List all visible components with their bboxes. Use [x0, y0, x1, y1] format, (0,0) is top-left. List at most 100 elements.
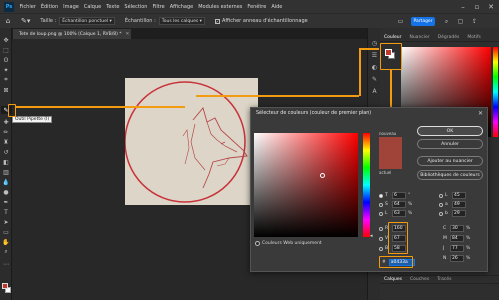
saturation-input[interactable]: 64 — [392, 201, 406, 208]
brightness-input[interactable]: 63 — [392, 210, 406, 217]
hue-slider-arrow-icon[interactable]: ◂ — [370, 233, 373, 239]
hue-slider[interactable] — [363, 133, 370, 237]
menu-fichier[interactable]: Fichier — [17, 4, 38, 10]
close-tab-icon[interactable]: ✕ — [126, 32, 130, 37]
tab-nuancier[interactable]: Nuancier — [405, 35, 433, 40]
home-icon[interactable]: ⌂ — [3, 16, 13, 26]
saturation-brightness-field[interactable] — [254, 133, 358, 237]
properties-icon[interactable]: ☰ — [371, 52, 378, 59]
foreground-swatch-highlight-box — [380, 43, 402, 70]
quick-select-tool-icon[interactable]: ✦ — [1, 66, 11, 74]
blue-radio[interactable] — [379, 246, 383, 251]
tab-couleur[interactable]: Couleur — [380, 35, 405, 40]
character-icon[interactable]: A — [371, 88, 378, 95]
rgb-highlight-box — [388, 222, 408, 254]
type-tool-icon[interactable]: T — [1, 208, 11, 216]
brush-tool-icon[interactable]: ✏ — [1, 128, 11, 136]
panel-hue-slider[interactable] — [493, 47, 498, 137]
menu-affichage[interactable]: Affichage — [167, 4, 196, 10]
zoom-tool-icon[interactable]: ⌕ — [1, 248, 11, 256]
chat-icon[interactable]: ▭ — [396, 17, 405, 26]
close-icon[interactable]: ✕ — [484, 0, 498, 13]
adjustments-icon[interactable]: ◐ — [371, 64, 378, 71]
show-ring-checkbox[interactable]: ✓ Afficher anneau d'échantillonnage — [214, 18, 308, 24]
eyedropper-preset-icon[interactable]: ✎▾ — [21, 17, 30, 25]
lab-a-radio[interactable] — [439, 202, 443, 207]
current-color-swatch[interactable] — [379, 153, 402, 169]
menu-aide[interactable]: Aide — [269, 4, 285, 10]
menu-texte[interactable]: Texte — [104, 4, 122, 10]
menu-filtre[interactable]: Filtre — [150, 4, 167, 10]
healing-tool-icon[interactable]: ✚ — [1, 118, 11, 126]
dialog-close-icon[interactable]: ✕ — [478, 110, 483, 117]
eraser-tool-icon[interactable]: ◧ — [1, 158, 11, 166]
gradient-tool-icon[interactable]: ▥ — [1, 168, 11, 176]
frame-tool-icon[interactable]: ⊠ — [1, 86, 11, 94]
dodge-tool-icon[interactable]: ● — [1, 188, 11, 196]
sample-select[interactable]: Tous les calques ▾ — [158, 17, 205, 25]
minimize-icon[interactable]: – — [456, 0, 470, 13]
menu-fenetre[interactable]: Fenêtre — [245, 4, 269, 10]
document-image[interactable] — [125, 78, 258, 205]
lab-a-input[interactable]: 49 — [452, 201, 466, 208]
brightness-radio[interactable] — [379, 211, 383, 216]
saturation-field-row: S 64 % — [379, 201, 412, 208]
more-tools-icon[interactable]: ⋯ — [1, 260, 11, 268]
blur-tool-icon[interactable]: 💧 — [1, 178, 11, 186]
green-radio[interactable] — [379, 236, 383, 241]
marquee-tool-icon[interactable]: ⬚ — [1, 46, 11, 54]
color-libraries-button[interactable]: Bibliothèques de couleurs — [417, 170, 483, 180]
tab-degrades[interactable]: Dégradés — [434, 35, 464, 40]
history-brush-tool-icon[interactable]: ↺ — [1, 148, 11, 156]
workspace-icon[interactable]: ▢ — [456, 17, 465, 26]
history-icon[interactable]: ◷ — [371, 40, 378, 47]
black-input[interactable]: 26 — [450, 255, 464, 262]
brush-settings-icon[interactable]: ✎ — [371, 76, 378, 83]
menu-modules[interactable]: Modules externes — [196, 4, 245, 10]
search-icon[interactable]: ⌕ — [442, 17, 451, 26]
tab-couches[interactable]: Couches — [406, 277, 433, 282]
saturation-radio[interactable] — [379, 202, 383, 207]
share-arrow-icon[interactable]: ⇪ — [470, 17, 479, 26]
lab-b-input[interactable]: 29 — [452, 210, 466, 217]
hand-tool-icon[interactable]: ✋ — [1, 238, 11, 246]
path-select-tool-icon[interactable]: ➤ — [1, 218, 11, 226]
foreground-color-swatch[interactable] — [2, 283, 8, 289]
web-colors-only-checkbox[interactable]: Couleurs Web uniquement — [255, 241, 322, 246]
cancel-button[interactable]: Annuler — [417, 139, 483, 149]
cyan-input[interactable]: 30 — [450, 225, 464, 232]
add-to-swatches-button[interactable]: Ajouter au nuancier — [417, 156, 483, 166]
photoshop-logo: Ps — [4, 1, 14, 12]
lab-l-radio[interactable] — [439, 193, 443, 198]
document-tab[interactable]: Tete de loup.png @ 100% (Calque 1, RVB/8… — [13, 29, 131, 39]
document-tab-title: Tete de loup.png @ 100% (Calque 1, RVB/8… — [19, 31, 122, 37]
yellow-input[interactable]: 77 — [450, 245, 464, 252]
menu-edition[interactable]: Édition — [38, 4, 60, 10]
lab-b-radio[interactable] — [439, 211, 443, 216]
hue-input[interactable]: 6 — [392, 192, 406, 199]
crop-tool-icon[interactable]: ⌗ — [1, 76, 11, 84]
cyan-unit: % — [466, 226, 471, 231]
lasso-tool-icon[interactable]: ʘ — [1, 56, 11, 64]
stamp-tool-icon[interactable]: ♜ — [1, 138, 11, 146]
tab-motifs[interactable]: Motifs — [463, 35, 485, 40]
hue-radio[interactable] — [379, 193, 383, 198]
tab-calques[interactable]: Calques — [380, 277, 406, 282]
menu-image[interactable]: Image — [61, 4, 82, 10]
shape-tool-icon[interactable]: ▭ — [1, 228, 11, 236]
move-tool-icon[interactable]: ✥ — [1, 36, 11, 44]
lab-l-input[interactable]: 45 — [452, 192, 466, 199]
pen-tool-icon[interactable]: ✒ — [1, 198, 11, 206]
menu-selection[interactable]: Sélection — [122, 4, 150, 10]
menu-calque[interactable]: Calque — [81, 4, 103, 10]
maximize-icon[interactable]: ▫ — [470, 0, 484, 13]
red-radio[interactable] — [379, 226, 383, 231]
share-button[interactable]: Partager — [411, 17, 435, 26]
layers-panel-tabs: Calques Couches Tracés — [380, 275, 499, 284]
tab-traces[interactable]: Tracés — [433, 277, 455, 282]
ok-button[interactable]: OK — [417, 126, 483, 136]
size-select[interactable]: Échantillon ponctuel ▾ — [59, 17, 115, 25]
hue-field-row: T 6 ° — [379, 192, 410, 199]
magenta-input[interactable]: 84 — [450, 235, 464, 242]
color-cursor-icon[interactable] — [320, 173, 325, 178]
